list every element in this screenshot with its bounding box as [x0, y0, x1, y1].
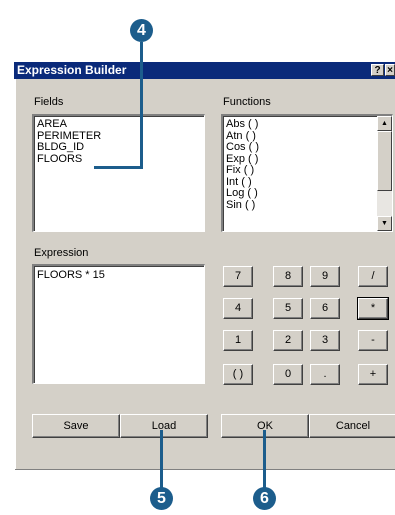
key-5[interactable]: 5: [273, 298, 303, 319]
field-item-floors[interactable]: FLOORS: [34, 153, 204, 166]
functions-list[interactable]: Abs ( ) Atn ( ) Cos ( ) Exp ( ) Fix ( ) …: [221, 114, 393, 232]
key-decimal[interactable]: .: [310, 364, 340, 385]
callout-6-badge: 6: [253, 487, 276, 510]
key-minus[interactable]: -: [358, 330, 388, 351]
callout-6-leader: [263, 430, 266, 492]
callout-4-leader: [140, 42, 143, 169]
function-item-abs[interactable]: Abs ( ): [223, 118, 392, 131]
key-plus[interactable]: +: [358, 364, 388, 385]
save-button[interactable]: Save: [32, 414, 120, 438]
key-8[interactable]: 8: [273, 266, 303, 287]
field-item-bldg-id[interactable]: BLDG_ID: [34, 141, 204, 154]
function-item-fix[interactable]: Fix ( ): [223, 164, 392, 177]
scroll-up-arrow-icon[interactable]: ▲: [377, 116, 392, 131]
close-button[interactable]: ×: [385, 64, 395, 76]
scroll-down-arrow-icon[interactable]: ▼: [377, 216, 392, 231]
key-1[interactable]: 1: [223, 330, 253, 351]
function-item-log[interactable]: Log ( ): [223, 187, 392, 200]
load-button[interactable]: Load: [120, 414, 208, 438]
callout-5-badge: 5: [150, 487, 173, 510]
key-parentheses[interactable]: ( ): [223, 364, 253, 385]
key-2[interactable]: 2: [273, 330, 303, 351]
field-item-area[interactable]: AREA: [34, 118, 204, 131]
key-3[interactable]: 3: [310, 330, 340, 351]
function-item-cos[interactable]: Cos ( ): [223, 141, 392, 154]
fields-label: Fields: [34, 96, 64, 108]
functions-label: Functions: [223, 96, 271, 108]
key-4[interactable]: 4: [223, 298, 253, 319]
expression-label: Expression: [34, 247, 89, 259]
scrollbar-thumb[interactable]: [377, 131, 392, 191]
callout-4-badge: 4: [130, 19, 153, 42]
callout-4-leader-horizontal: [94, 166, 143, 169]
expression-textarea[interactable]: FLOORS * 15: [32, 264, 205, 384]
callout-5-leader: [160, 430, 163, 492]
dialog-title: Expression Builder: [17, 63, 127, 77]
key-7[interactable]: 7: [223, 266, 253, 287]
key-0[interactable]: 0: [273, 364, 303, 385]
key-6[interactable]: 6: [310, 298, 340, 319]
functions-scrollbar[interactable]: ▲ ▼: [377, 116, 392, 231]
cancel-button[interactable]: Cancel: [309, 414, 395, 438]
key-multiply[interactable]: *: [357, 297, 389, 320]
expression-text: FLOORS * 15: [37, 269, 105, 281]
function-item-sin[interactable]: Sin ( ): [223, 199, 392, 212]
key-divide[interactable]: /: [358, 266, 388, 287]
help-button[interactable]: ?: [371, 64, 384, 76]
fields-list[interactable]: AREA PERIMETER BLDG_ID FLOORS: [32, 114, 205, 232]
key-9[interactable]: 9: [310, 266, 340, 287]
